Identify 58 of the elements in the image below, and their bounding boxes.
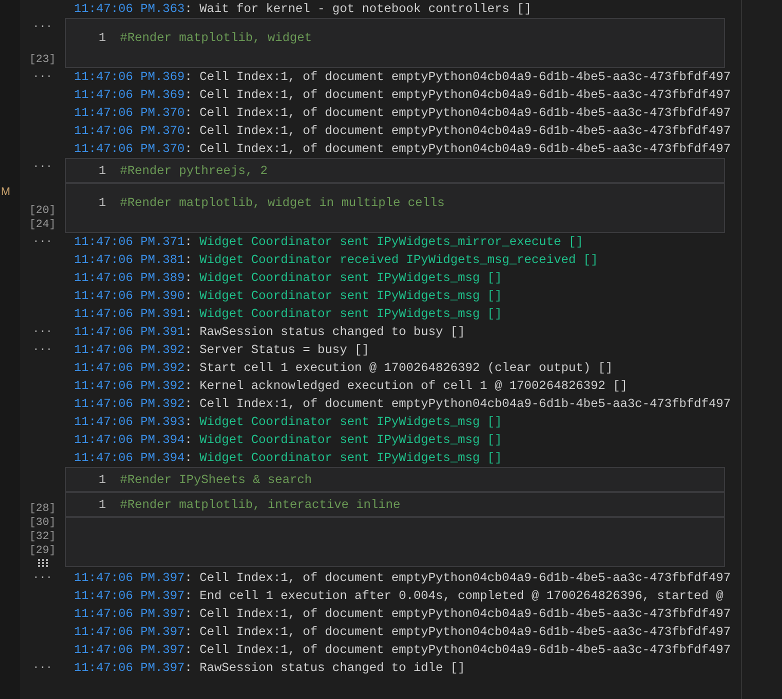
ellipsis-button[interactable]: ... xyxy=(32,659,52,673)
code-cell[interactable]: 1 #Render matplotlib, interactive inline xyxy=(65,492,725,517)
line-number: 1 xyxy=(98,31,107,45)
log-line: 11:47:06 PM.389: Widget Coordinator sent IPyWidgets_msg [] xyxy=(73,270,502,287)
code-comment: #Render IPySheets & search xyxy=(120,472,312,486)
ellipsis-button[interactable]: ... xyxy=(32,569,52,583)
log-line: 11:47:06 PM.363: Wait for kernel - got notebook controllers [] xyxy=(73,1,532,18)
log-line: 11:47:06 PM.369: Cell Index:1, of document emptyPython04cb04a9-6d1b-4be5-aa3c-473fbfdf497 xyxy=(73,69,731,86)
ellipsis-button[interactable]: ... xyxy=(32,158,52,172)
ellipsis-button[interactable]: ... xyxy=(32,68,52,82)
side-marker: M xyxy=(1,186,10,198)
execution-count: [29] xyxy=(29,545,56,557)
grip-icon[interactable] xyxy=(38,559,48,567)
log-line: 11:47:06 PM.392: Server Status = busy [] xyxy=(73,342,370,359)
log-line: 11:47:06 PM.391: Widget Coordinator sent IPyWidgets_msg [] xyxy=(73,306,502,323)
log-line: 11:47:06 PM.397: End cell 1 execution after 0.004s, completed @ 1700264826396, started @ xyxy=(73,588,724,605)
line-number: 1 xyxy=(98,498,107,512)
log-line: 11:47:06 PM.369: Cell Index:1, of document emptyPython04cb04a9-6d1b-4be5-aa3c-473fbfdf497 xyxy=(73,87,731,104)
log-line: 11:47:06 PM.392: Kernel acknowledged execution of cell 1 @ 1700264826392 [] xyxy=(73,378,628,395)
ellipsis-button[interactable]: ... xyxy=(32,233,52,247)
execution-count: [24] xyxy=(29,219,56,231)
ellipsis-button[interactable]: ... xyxy=(32,323,52,337)
line-number: 1 xyxy=(98,164,107,178)
log-line: 11:47:06 PM.391: RawSession status changed to busy [] xyxy=(73,324,466,341)
log-line: 11:47:06 PM.370: Cell Index:1, of document emptyPython04cb04a9-6d1b-4be5-aa3c-473fbfdf497 xyxy=(73,123,731,140)
log-line: 11:47:06 PM.370: Cell Index:1, of document emptyPython04cb04a9-6d1b-4be5-aa3c-473fbfdf497 xyxy=(73,105,731,122)
execution-count: [28] xyxy=(29,503,56,515)
line-number: 1 xyxy=(98,472,107,486)
code-cell[interactable]: 1 #Render pythreejs, 2 xyxy=(65,158,725,183)
ellipsis-button[interactable]: ... xyxy=(32,18,52,32)
log-line: 11:47:06 PM.397: Cell Index:1, of document emptyPython04cb04a9-6d1b-4be5-aa3c-473fbfdf497 xyxy=(73,642,731,659)
code-cell[interactable]: 1 #Render IPySheets & search xyxy=(65,467,725,492)
execution-count: [20] xyxy=(29,205,56,217)
code-cell[interactable]: 1 #Render matplotlib, widget xyxy=(65,18,725,68)
ellipsis-button[interactable]: ... xyxy=(32,341,52,355)
log-line: 11:47:06 PM.390: Widget Coordinator sent IPyWidgets_msg [] xyxy=(73,288,502,305)
code-comment: #Render matplotlib, interactive inline xyxy=(120,498,400,512)
log-line: 11:47:06 PM.381: Widget Coordinator received IPyWidgets_msg_received [] xyxy=(73,252,598,269)
log-line: 11:47:06 PM.397: Cell Index:1, of document emptyPython04cb04a9-6d1b-4be5-aa3c-473fbfdf497 xyxy=(73,570,731,587)
code-comment: #Render matplotlib, widget in multiple cells xyxy=(120,196,445,210)
log-line: 11:47:06 PM.393: Widget Coordinator sent IPyWidgets_msg [] xyxy=(73,414,502,431)
log-line: 11:47:06 PM.397: Cell Index:1, of document emptyPython04cb04a9-6d1b-4be5-aa3c-473fbfdf497 xyxy=(73,606,731,623)
log-line: 11:47:06 PM.371: Widget Coordinator sent IPyWidgets_mirror_execute [] xyxy=(73,234,584,251)
code-comment: #Render pythreejs, 2 xyxy=(120,164,268,178)
log-line: 11:47:06 PM.397: RawSession status changed to idle [] xyxy=(73,660,466,677)
log-line: 11:47:06 PM.397: Cell Index:1, of document emptyPython04cb04a9-6d1b-4be5-aa3c-473fbfdf497 xyxy=(73,624,731,641)
code-comment: #Render matplotlib, widget xyxy=(120,31,312,45)
code-cell[interactable] xyxy=(65,517,725,567)
log-line: 11:47:06 PM.392: Cell Index:1, of document emptyPython04cb04a9-6d1b-4be5-aa3c-473fbfdf497 xyxy=(73,396,731,413)
execution-count: [30] xyxy=(29,517,56,529)
log-line: 11:47:06 PM.394: Widget Coordinator sent IPyWidgets_msg [] xyxy=(73,432,502,449)
log-line: 11:47:06 PM.392: Start cell 1 execution @ 1700264826392 (clear output) [] xyxy=(73,360,613,377)
line-number: 1 xyxy=(98,196,107,210)
code-cell[interactable]: 1 #Render matplotlib, widget in multiple cells xyxy=(65,183,725,233)
log-line: 11:47:06 PM.370: Cell Index:1, of document emptyPython04cb04a9-6d1b-4be5-aa3c-473fbfdf497 xyxy=(73,141,731,158)
execution-count: [23] xyxy=(29,54,56,66)
log-line: 11:47:06 PM.394: Widget Coordinator sent IPyWidgets_msg [] xyxy=(73,450,502,467)
execution-count: [32] xyxy=(29,531,56,543)
